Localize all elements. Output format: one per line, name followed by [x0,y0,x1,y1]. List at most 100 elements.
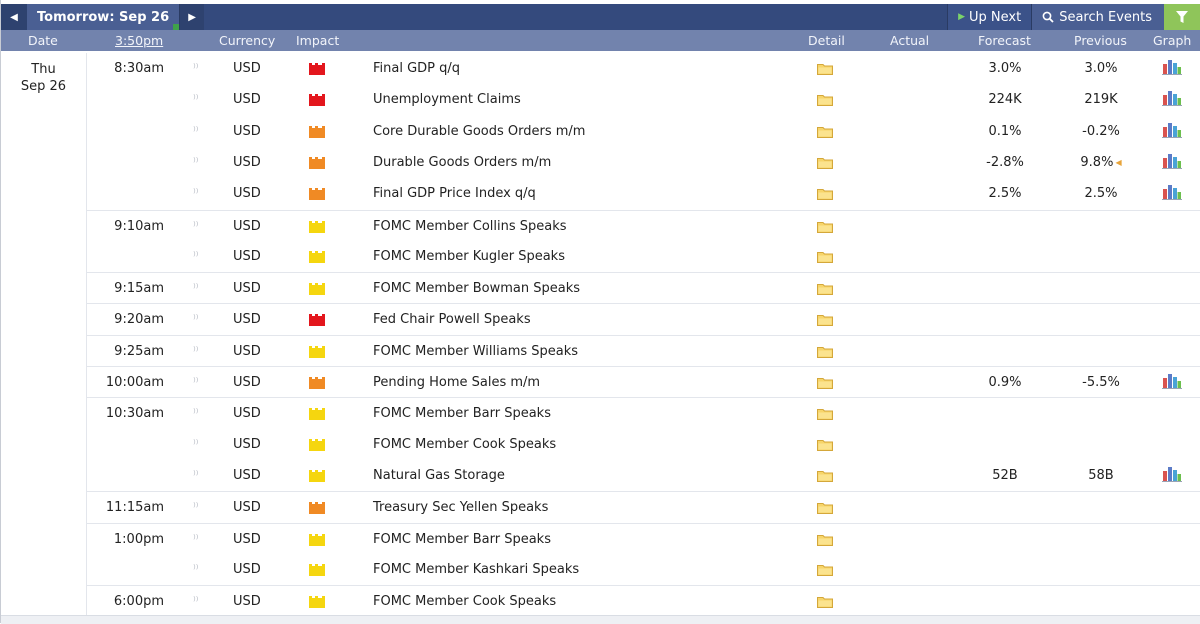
table-row[interactable]: ⁾⁾ USD Core Durable Goods Orders m/m 0.1% -0… [86,116,1200,147]
bar-chart-icon[interactable] [1162,184,1182,201]
event-title[interactable]: Pending Home Sales m/m [373,375,540,390]
revised-icon[interactable]: ◀ [1115,158,1121,167]
table-row[interactable]: ⁾⁾ USD Unemployment Claims 224K 219K [86,84,1200,115]
sound-icon[interactable]: ⁾⁾ [193,281,205,294]
impact-medium-icon[interactable] [309,188,325,201]
folder-icon[interactable] [817,534,833,546]
folder-icon[interactable] [817,564,833,576]
table-row[interactable]: 9:10am ⁾⁾ USD FOMC Member Collins Speaks [86,209,1200,241]
impact-medium-icon[interactable] [309,502,325,515]
event-title[interactable]: Final GDP q/q [373,61,460,76]
search-events-button[interactable]: Search Events [1031,4,1164,30]
filter-button[interactable] [1164,4,1200,30]
sound-icon[interactable]: ⁾⁾ [193,375,205,388]
folder-icon[interactable] [817,377,833,389]
sound-icon[interactable]: ⁾⁾ [193,406,205,419]
bar-chart-icon[interactable] [1162,122,1182,138]
folder-icon[interactable] [817,188,833,201]
folder-icon[interactable] [817,439,833,451]
sound-icon[interactable]: ⁾⁾ [193,312,205,325]
sound-icon[interactable]: ⁾⁾ [193,219,205,232]
bar-chart-icon[interactable] [1162,153,1182,169]
event-title[interactable]: Final GDP Price Index q/q [373,186,536,201]
sound-icon[interactable]: ⁾⁾ [193,500,205,513]
bar-chart-icon[interactable] [1162,373,1182,389]
impact-low-icon[interactable] [309,408,325,421]
folder-icon[interactable] [817,251,833,263]
impact-medium-icon[interactable] [309,156,325,169]
event-title[interactable]: Natural Gas Storage [373,468,505,483]
event-title[interactable]: Unemployment Claims [373,92,521,107]
sound-icon[interactable]: ⁾⁾ [193,155,205,168]
sound-icon[interactable]: ⁾⁾ [193,562,205,575]
folder-icon[interactable] [817,221,833,233]
impact-low-icon[interactable] [309,345,325,358]
folder-icon[interactable] [817,408,833,421]
event-title[interactable]: FOMC Member Barr Speaks [373,532,551,547]
table-row[interactable]: 9:20am ⁾⁾ USD Fed Chair Powell Speaks [86,303,1200,334]
event-title[interactable]: FOMC Member Barr Speaks [373,406,551,421]
impact-low-icon[interactable] [309,469,325,482]
folder-icon[interactable] [817,470,833,482]
table-row[interactable]: 11:15am ⁾⁾ USD Treasury Sec Yellen Speaks [86,491,1200,522]
impact-low-icon[interactable] [309,533,325,546]
impact-low-icon[interactable] [309,596,325,609]
event-title[interactable]: FOMC Member Bowman Speaks [373,281,580,296]
table-row[interactable]: ⁾⁾ USD Final GDP Price Index q/q 2.5% 2.5% [86,178,1200,209]
event-title[interactable]: Fed Chair Powell Speaks [373,312,531,327]
table-row[interactable]: 1:00pm ⁾⁾ USD FOMC Member Barr Speaks [86,522,1200,554]
event-title[interactable]: Treasury Sec Yellen Speaks [373,500,548,515]
table-row[interactable]: 8:30am ⁾⁾ USD Final GDP q/q 3.0% 3.0% [86,53,1200,84]
impact-medium-icon[interactable] [309,377,325,389]
sound-icon[interactable]: ⁾⁾ [193,61,205,74]
event-title[interactable]: FOMC Member Collins Speaks [373,219,567,234]
folder-icon[interactable] [817,502,833,515]
event-title[interactable]: FOMC Member Cook Speaks [373,594,556,609]
impact-high-icon[interactable] [309,63,325,75]
table-row[interactable]: ⁾⁾ USD FOMC Member Cook Speaks [86,429,1200,460]
impact-high-icon[interactable] [309,94,325,107]
table-row[interactable]: 9:25am ⁾⁾ USD FOMC Member Williams Speaks [86,334,1200,366]
folder-icon[interactable] [817,63,833,75]
sound-icon[interactable]: ⁾⁾ [193,249,205,262]
table-row[interactable]: ⁾⁾ USD FOMC Member Kashkari Speaks [86,554,1200,585]
event-title[interactable]: FOMC Member Williams Speaks [373,344,578,359]
impact-high-icon[interactable] [309,314,325,327]
prev-day-button[interactable]: ◀ [1,4,27,30]
sound-icon[interactable]: ⁾⁾ [193,437,205,450]
sound-icon[interactable]: ⁾⁾ [193,594,205,607]
sound-icon[interactable]: ⁾⁾ [193,186,205,199]
table-row[interactable]: ⁾⁾ USD Natural Gas Storage 52B 58B [86,460,1200,491]
date-tab[interactable]: Tomorrow: Sep 26 [27,4,181,30]
impact-low-icon[interactable] [309,220,325,233]
impact-low-icon[interactable] [309,250,325,263]
impact-low-icon[interactable] [309,563,325,576]
sound-icon[interactable]: ⁾⁾ [193,124,205,137]
table-row[interactable]: 10:00am ⁾⁾ USD Pending Home Sales m/m 0.9% -5… [86,366,1200,397]
event-title[interactable]: Core Durable Goods Orders m/m [373,124,585,139]
bar-chart-icon[interactable] [1162,90,1182,107]
impact-medium-icon[interactable] [309,125,325,138]
col-time-current[interactable]: 3:50pm [115,33,163,48]
next-day-button[interactable]: ▶ [180,4,205,30]
sound-icon[interactable]: ⁾⁾ [193,468,205,481]
folder-icon[interactable] [817,596,833,609]
folder-icon[interactable] [817,94,833,107]
folder-icon[interactable] [817,157,833,169]
table-row[interactable]: 6:00pm ⁾⁾ USD FOMC Member Cook Speaks [86,585,1200,616]
event-title[interactable]: FOMC Member Kugler Speaks [373,249,565,264]
bar-chart-icon[interactable] [1162,466,1182,482]
event-title[interactable]: Durable Goods Orders m/m [373,155,551,170]
table-row[interactable]: 10:30am ⁾⁾ USD FOMC Member Barr Speaks [86,397,1200,428]
bar-chart-icon[interactable] [1162,59,1182,75]
folder-icon[interactable] [817,126,833,138]
sound-icon[interactable]: ⁾⁾ [193,344,205,357]
folder-icon[interactable] [817,283,833,296]
table-row[interactable]: ⁾⁾ USD Durable Goods Orders m/m -2.8% 9.8% ◀ [86,147,1200,178]
table-row[interactable]: 9:15am ⁾⁾ USD FOMC Member Bowman Speaks [86,272,1200,303]
up-next-button[interactable]: ▶ Up Next [947,4,1032,30]
table-row[interactable]: ⁾⁾ USD FOMC Member Kugler Speaks [86,241,1200,272]
folder-icon[interactable] [817,346,833,358]
event-title[interactable]: FOMC Member Kashkari Speaks [373,562,579,577]
impact-low-icon[interactable] [309,438,325,451]
